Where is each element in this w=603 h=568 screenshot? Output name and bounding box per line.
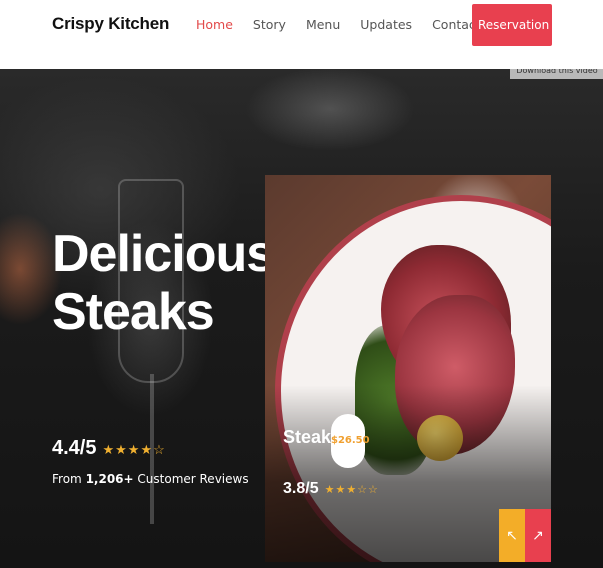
nav-item-menu[interactable]: Menu [306,17,340,32]
hero-title-line-2: Steaks [52,283,215,341]
nav-item-home[interactable]: Home [196,17,233,32]
hero-title-line-1: Delicious [52,225,275,283]
nav-menu: Home Story Menu Updates Contact [196,17,501,32]
price-badge: $26.50 [331,414,370,468]
download-video-badge[interactable]: Download this video [510,69,603,79]
arrow-up-right-icon: ↗ [532,527,544,543]
hero-rating-value: 4.4/5 [52,437,97,459]
dish-rating: 3.8/5 ★★★☆☆ [283,480,379,498]
dish-rating-value: 3.8/5 [283,480,319,497]
dish-card: Steak $26.50 3.8/5 ★★★☆☆ ↖ ↗ [265,175,551,562]
hero-reviews: From 1,206+ Customer Reviews [52,472,249,486]
hero-rating-stars-icon: ★★★★☆ [102,442,166,457]
navbar: Crispy Kitchen Home Story Menu Updates C… [0,0,603,69]
reviews-count: 1,206+ [85,472,134,486]
hero-section: Download this video Delicious Steaks 4.4… [0,69,603,568]
prev-slide-button[interactable]: ↖ [499,509,525,562]
dish-rating-stars-icon: ★★★☆☆ [324,484,379,496]
hero-title: Delicious Steaks [52,225,275,341]
dish-name: Steak [283,427,332,447]
reviews-prefix: From [52,472,82,486]
brand-logo[interactable]: Crispy Kitchen [52,14,169,34]
next-slide-button[interactable]: ↗ [525,509,551,562]
reviews-suffix: Customer Reviews [137,472,249,486]
nav-item-updates[interactable]: Updates [360,17,412,32]
hero-rating: 4.4/5 ★★★★☆ [52,437,166,460]
nav-item-story[interactable]: Story [253,17,286,32]
arrow-up-left-icon: ↖ [506,527,518,543]
reservation-button[interactable]: Reservation [472,4,552,46]
